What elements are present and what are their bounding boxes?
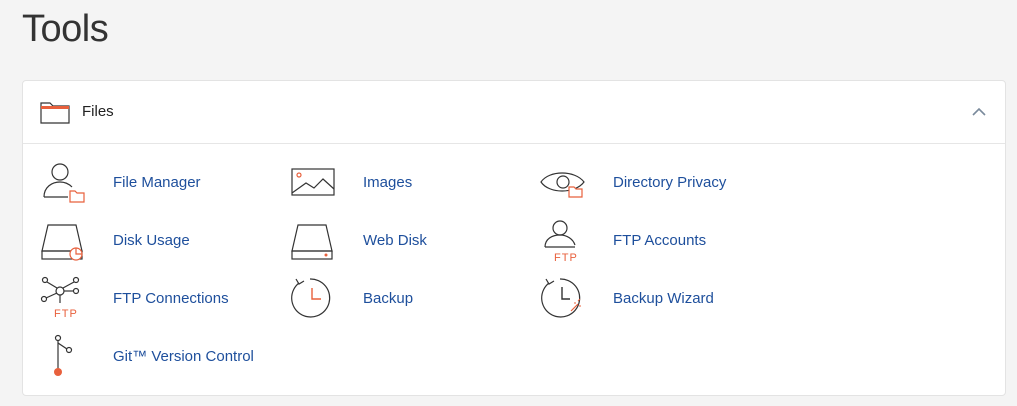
eye-folder-icon xyxy=(540,172,585,198)
backup-wizard-icon xyxy=(541,278,581,318)
git-version-control-label: Git™ Version Control xyxy=(113,347,254,365)
images-link[interactable]: Images xyxy=(290,159,412,205)
file-manager-label: File Manager xyxy=(113,173,201,191)
disk-usage-label: Disk Usage xyxy=(113,231,190,249)
ftp-tag: FTP xyxy=(54,308,78,320)
git-version-control-link[interactable]: Git™ Version Control xyxy=(40,333,254,379)
disk-drive-icon xyxy=(291,224,333,260)
ftp-connections-link[interactable]: FTP FTP Connections xyxy=(40,275,229,321)
web-disk-link[interactable]: Web Disk xyxy=(290,217,427,263)
backup-wizard-label: Backup Wizard xyxy=(613,289,714,307)
disk-usage-link[interactable]: Disk Usage xyxy=(40,217,190,263)
files-panel-title: Files xyxy=(82,103,114,120)
folder-icon xyxy=(40,102,70,124)
backup-label: Backup xyxy=(363,289,414,307)
directory-privacy-label: Directory Privacy xyxy=(613,173,727,191)
ftp-accounts-label: FTP Accounts xyxy=(613,231,707,249)
ftp-user-icon: FTP xyxy=(544,220,578,263)
page-title: Tools xyxy=(22,8,109,50)
ftp-tag: FTP xyxy=(554,252,578,263)
disk-pie-icon xyxy=(41,224,83,261)
backup-clock-icon xyxy=(291,278,331,318)
web-disk-label: Web Disk xyxy=(363,231,427,249)
files-panel: Files File Manager Images Directory Priv… xyxy=(22,80,1006,396)
ftp-connections-label: FTP Connections xyxy=(113,289,229,307)
user-folder-icon xyxy=(43,163,85,203)
backup-wizard-link[interactable]: Backup Wizard xyxy=(540,275,714,321)
image-icon xyxy=(291,168,335,196)
git-branch-icon xyxy=(54,334,73,376)
directory-privacy-link[interactable]: Directory Privacy xyxy=(540,159,726,205)
file-manager-link[interactable]: File Manager xyxy=(40,159,201,205)
chevron-up-icon[interactable] xyxy=(971,105,987,117)
ftp-network-icon: FTP xyxy=(40,276,80,320)
backup-link[interactable]: Backup xyxy=(290,275,413,321)
images-label: Images xyxy=(363,173,413,191)
ftp-accounts-link[interactable]: FTP FTP Accounts xyxy=(540,217,706,263)
files-panel-header[interactable]: Files xyxy=(23,81,1005,144)
